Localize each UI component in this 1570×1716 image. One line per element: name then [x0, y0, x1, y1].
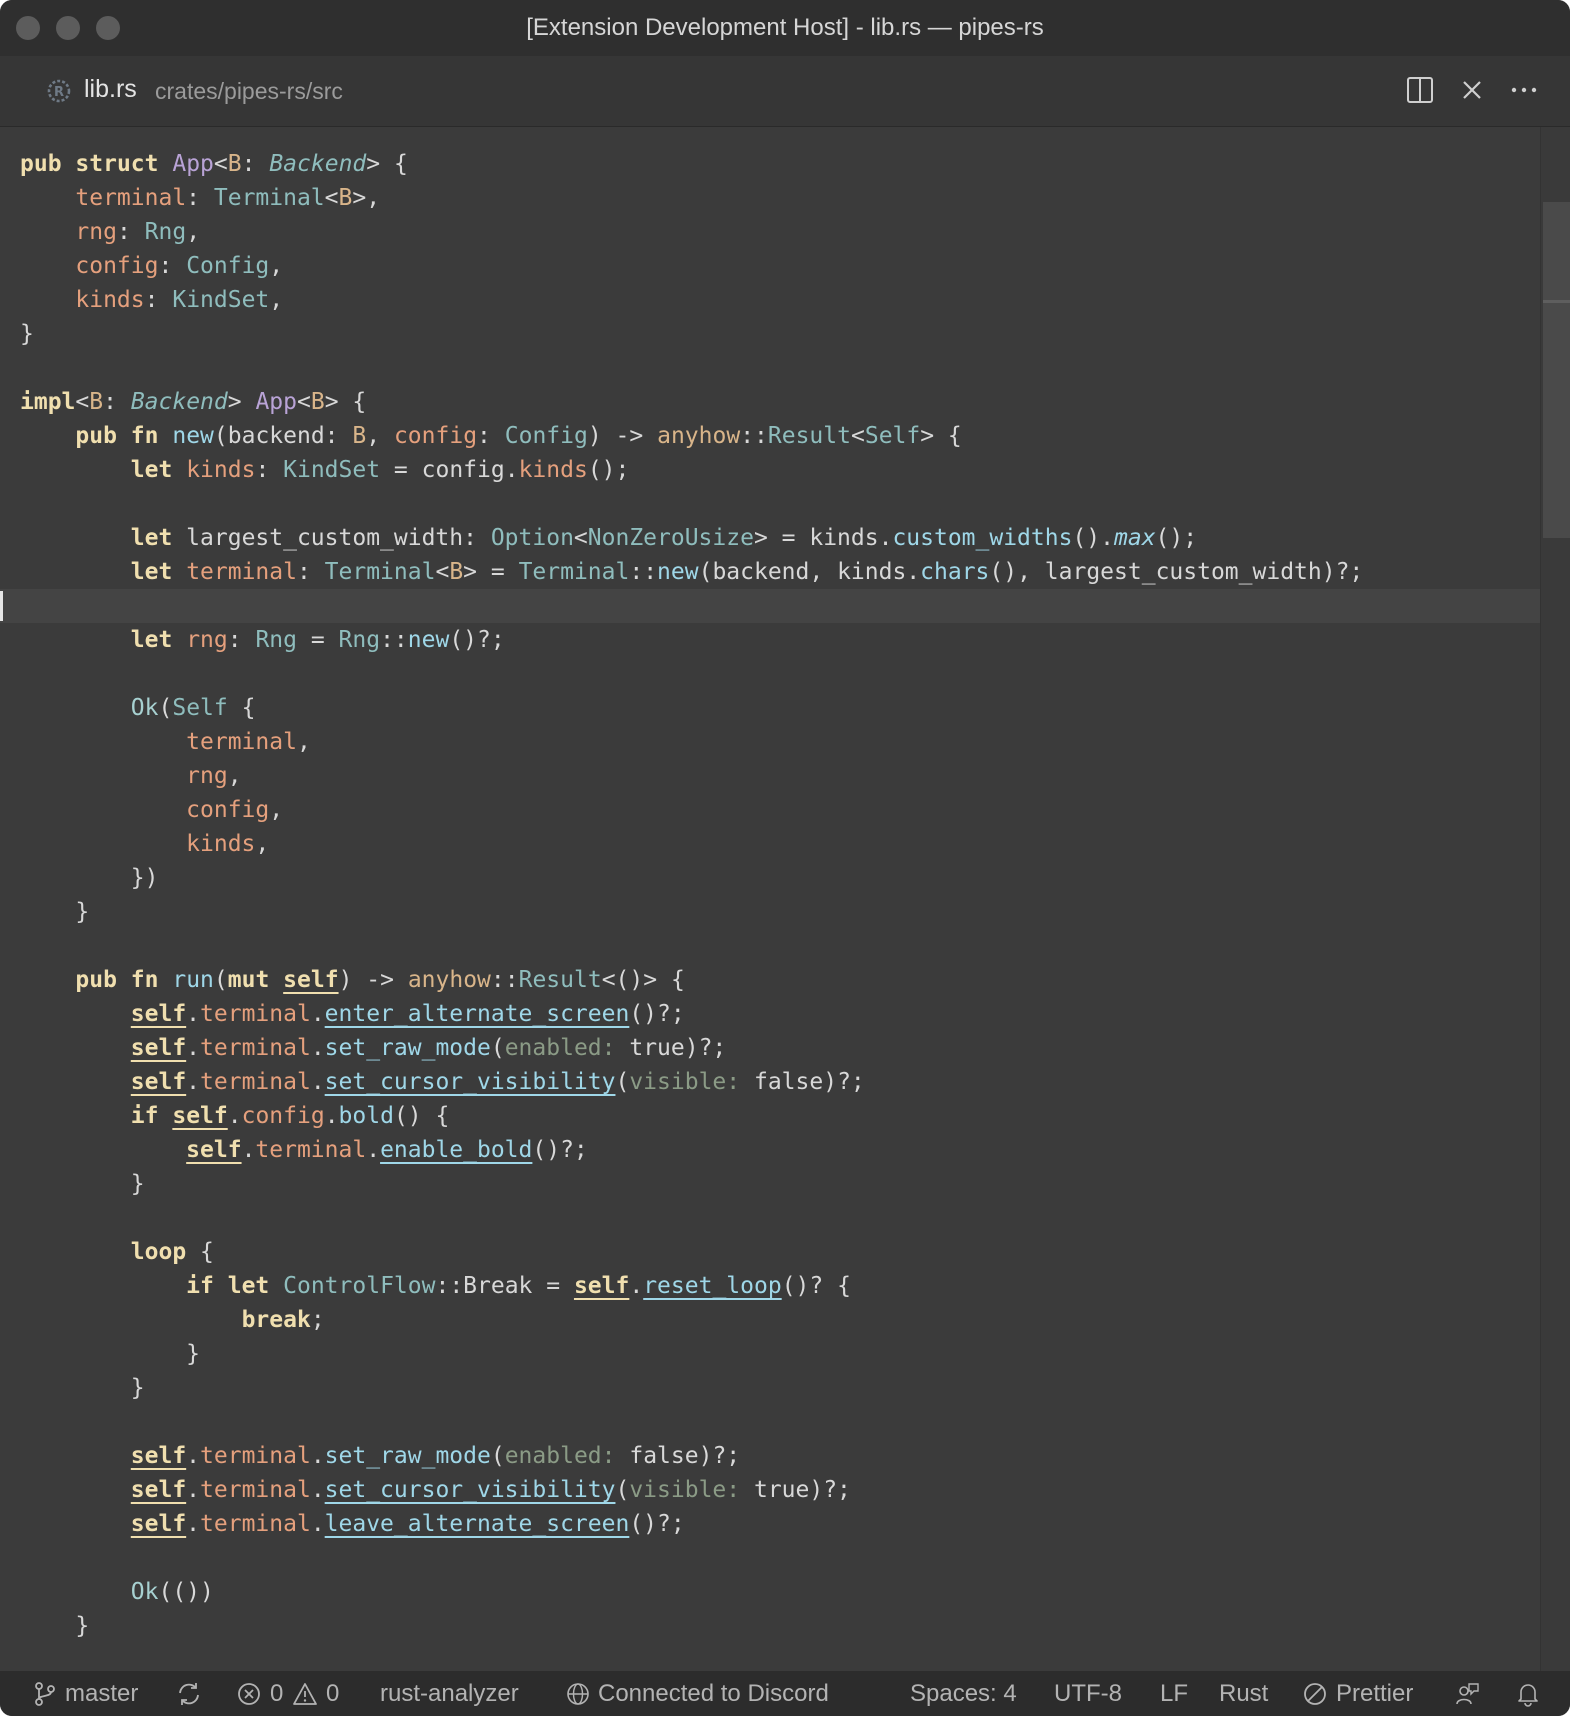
bell-icon[interactable]	[1515, 1681, 1541, 1707]
scrollbar-cursor-marker	[1543, 300, 1570, 303]
branch-status[interactable]: master	[65, 1680, 138, 1708]
code-line[interactable]: let rng: Rng = Rng::new()?;	[20, 623, 1540, 657]
scrollbar-thumb[interactable]	[1543, 202, 1570, 538]
globe-icon	[567, 1683, 589, 1705]
code-line[interactable]: config,	[20, 793, 1540, 827]
code-line[interactable]: }	[20, 895, 1540, 929]
sync-icon[interactable]	[176, 1681, 202, 1707]
code-line[interactable]: break;	[20, 1303, 1540, 1337]
window-title: [Extension Development Host] - lib.rs — …	[526, 14, 1044, 41]
code-line[interactable]: self.terminal.enter_alternate_screen()?;	[20, 997, 1540, 1031]
svg-text:R: R	[54, 85, 64, 100]
code-line[interactable]: Ok(())	[20, 1575, 1540, 1609]
discord-status[interactable]: Connected to Discord	[598, 1680, 829, 1708]
code-line[interactable]: let largest_custom_width: Option<NonZero…	[20, 521, 1540, 555]
warning-icon[interactable]	[292, 1681, 318, 1707]
code-line[interactable]: self.terminal.set_cursor_visibility(visi…	[20, 1473, 1540, 1507]
feedback-icon[interactable]	[1454, 1681, 1480, 1707]
code-line[interactable]: ​	[20, 1201, 1540, 1235]
code-line[interactable]: self.terminal.leave_alternate_screen()?;	[20, 1507, 1540, 1541]
error-count[interactable]: 0	[270, 1680, 283, 1708]
code-line[interactable]: pub fn new(backend: B, config: Config) -…	[20, 419, 1540, 453]
code-line[interactable]: kinds: KindSet,	[20, 283, 1540, 317]
code-line[interactable]: self.terminal.enable_bold()?;	[20, 1133, 1540, 1167]
language-mode-status[interactable]: Rust	[1219, 1680, 1268, 1708]
code-lines[interactable]: pub struct App<B: Backend> { terminal: T…	[0, 147, 1540, 1643]
text-cursor	[0, 591, 3, 621]
code-line[interactable]: if self.config.bold() {	[20, 1099, 1540, 1133]
code-line[interactable]: self.terminal.set_raw_mode(enabled: true…	[20, 1031, 1540, 1065]
code-line[interactable]: if let ControlFlow::Break = self.reset_l…	[20, 1269, 1540, 1303]
tab-file-path: crates/pipes-rs/src	[155, 78, 343, 104]
editor-window: [Extension Development Host] - lib.rs — …	[0, 0, 1570, 1716]
code-line[interactable]: rng,	[20, 759, 1540, 793]
code-line[interactable]: pub struct App<B: Backend> {	[20, 147, 1540, 181]
prettier-disabled-icon	[1304, 1683, 1326, 1705]
code-line[interactable]: }	[20, 1371, 1540, 1405]
title-bar: [Extension Development Host] - lib.rs — …	[0, 0, 1570, 56]
code-line[interactable]: pub fn run(mut self) -> anyhow::Result<(…	[20, 963, 1540, 997]
more-actions-icon[interactable]	[1508, 74, 1540, 106]
code-line[interactable]: ​	[20, 487, 1540, 521]
code-editor[interactable]: pub struct App<B: Backend> { terminal: T…	[0, 127, 1540, 1671]
tab-file-name[interactable]: lib.rs	[84, 75, 137, 104]
status-bar: master 0 0 rust-analyzer Connected to Di…	[0, 1671, 1570, 1716]
split-editor-icon[interactable]	[1404, 74, 1436, 106]
code-line[interactable]: rng: Rng,	[20, 215, 1540, 249]
code-line[interactable]: }	[20, 1337, 1540, 1371]
code-line[interactable]: kinds,	[20, 827, 1540, 861]
code-line[interactable]: let terminal: Terminal<B> = Terminal::ne…	[20, 555, 1540, 589]
rust-file-icon: R	[47, 79, 71, 103]
indentation-status[interactable]: Spaces: 4	[910, 1680, 1017, 1708]
encoding-status[interactable]: UTF-8	[1054, 1680, 1122, 1708]
code-line[interactable]: ​	[0, 589, 1540, 623]
code-line[interactable]: loop {	[20, 1235, 1540, 1269]
code-line[interactable]: }	[20, 317, 1540, 351]
code-line[interactable]: ​	[20, 657, 1540, 691]
warning-count[interactable]: 0	[326, 1680, 339, 1708]
code-line[interactable]: ​	[20, 1541, 1540, 1575]
code-line[interactable]: let kinds: KindSet = config.kinds();	[20, 453, 1540, 487]
git-branch-icon	[35, 1682, 55, 1706]
code-line[interactable]: ​	[20, 351, 1540, 385]
code-line[interactable]: terminal: Terminal<B>,	[20, 181, 1540, 215]
code-line[interactable]: ​	[20, 929, 1540, 963]
code-line[interactable]: }	[20, 1167, 1540, 1201]
prettier-status[interactable]: Prettier	[1336, 1680, 1413, 1708]
code-line[interactable]: })	[20, 861, 1540, 895]
code-line[interactable]: terminal,	[20, 725, 1540, 759]
code-line[interactable]: ​	[20, 1405, 1540, 1439]
line-ending-status[interactable]: LF	[1160, 1680, 1188, 1708]
error-icon[interactable]	[236, 1681, 262, 1707]
close-icon[interactable]	[1456, 74, 1488, 106]
code-line[interactable]: self.terminal.set_cursor_visibility(visi…	[20, 1065, 1540, 1099]
language-server-status[interactable]: rust-analyzer	[380, 1680, 519, 1708]
code-line[interactable]: config: Config,	[20, 249, 1540, 283]
code-line[interactable]: }	[20, 1609, 1540, 1643]
code-line[interactable]: impl<B: Backend> App<B> {	[20, 385, 1540, 419]
code-line[interactable]: Ok(Self {	[20, 691, 1540, 725]
code-line[interactable]: self.terminal.set_raw_mode(enabled: fals…	[20, 1439, 1540, 1473]
